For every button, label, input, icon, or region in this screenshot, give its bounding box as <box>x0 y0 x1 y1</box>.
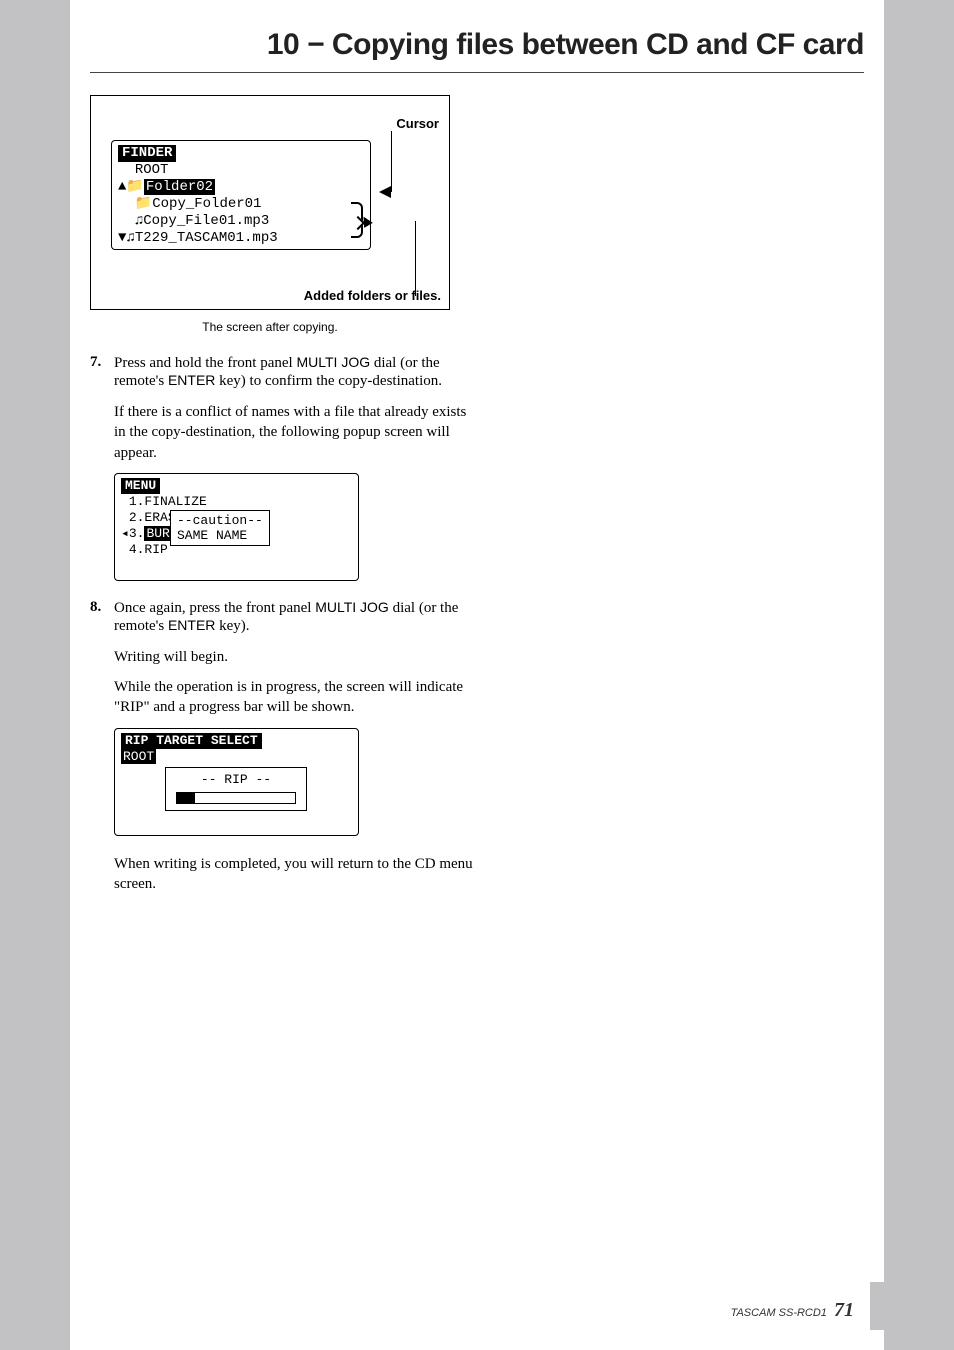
popup-caution: --caution-- <box>177 513 263 528</box>
cursor-callout-line <box>391 131 392 192</box>
figure1-caption: The screen after copying. <box>90 320 450 334</box>
added-label: Added folders or files. <box>304 288 441 303</box>
lcd-menu-header: MENU <box>121 478 160 494</box>
lcd-finder: FINDER ROOT ▲📁Folder02 📁Copy_Folder01 ♫C… <box>111 140 371 250</box>
lcd-menu-l1: 1.FINALIZE <box>121 494 352 510</box>
footer: TASCAM SS-RCD1 71 <box>731 1299 854 1322</box>
rip-popup: -- RIP -- <box>165 767 307 811</box>
step-8-text: Once again, press the front panel MULTI … <box>114 599 480 635</box>
cursor-label: Cursor <box>396 116 439 131</box>
same-name-popup: --caution-- SAME NAME <box>170 510 270 546</box>
step-8-after: When writing is completed, you will retu… <box>114 854 480 895</box>
lcd-rip-title: RIP TARGET SELECT <box>121 733 262 749</box>
page-tab <box>870 1282 884 1330</box>
step-8-para1: Writing will begin. <box>114 647 480 667</box>
step-8: 8. Once again, press the front panel MUL… <box>90 599 480 635</box>
lcd-menu: MENU 1.FINALIZE 2.ERAS ◂3.BURN 4.RIP --c… <box>114 473 359 581</box>
title-rule <box>90 72 864 73</box>
lcd-row-4: ♫Copy_File01.mp3 <box>118 213 364 230</box>
chapter-title: 10 − Copying files between CD and CF car… <box>267 28 864 62</box>
lcd-rip: RIP TARGET SELECT ROOT -- RIP -- <box>114 728 359 836</box>
rip-popup-text: -- RIP -- <box>176 772 296 788</box>
lcd-row-5: ▼♫T229_TASCAM01.mp3 <box>118 230 364 247</box>
lcd-rip-root: ROOT <box>121 749 352 765</box>
progress-bar <box>176 792 296 804</box>
footer-model: TASCAM SS-RCD1 <box>731 1307 827 1319</box>
lcd-root: ROOT <box>118 162 364 179</box>
lcd-header: FINDER <box>118 145 176 162</box>
step-8-para2: While the operation is in progress, the … <box>114 677 480 718</box>
added-callout-line <box>366 221 416 296</box>
step-8-number: 8. <box>90 599 114 635</box>
figure-finder: Cursor FINDER ROOT ▲📁Folder02 📁Copy_Fold… <box>90 95 450 310</box>
page: 10 − Copying files between CD and CF car… <box>70 0 884 1350</box>
page-number: 71 <box>834 1299 854 1321</box>
step-7: 7. Press and hold the front panel MULTI … <box>90 354 480 390</box>
lcd-row-3: 📁Copy_Folder01 <box>118 196 364 213</box>
step-7-text: Press and hold the front panel MULTI JOG… <box>114 354 480 390</box>
cursor-callout-arrow <box>379 186 391 198</box>
popup-same-name: SAME NAME <box>177 528 263 543</box>
progress-fill <box>177 793 195 803</box>
step-7-number: 7. <box>90 354 114 390</box>
content-column: Cursor FINDER ROOT ▲📁Folder02 📁Copy_Fold… <box>90 95 480 904</box>
lcd-selected-row: ▲📁Folder02 <box>118 179 364 196</box>
step-7-para: If there is a conflict of names with a f… <box>114 402 480 463</box>
